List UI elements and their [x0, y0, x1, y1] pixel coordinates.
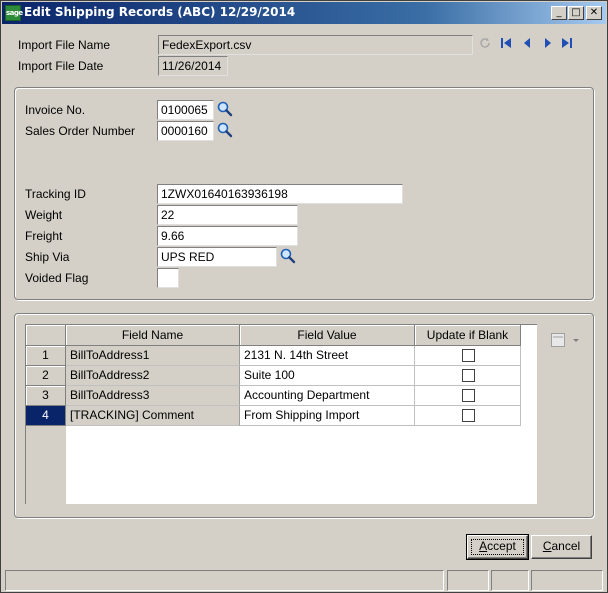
freight-label: Freight — [25, 229, 63, 243]
minimize-button[interactable]: _ — [551, 6, 567, 20]
update-if-blank-checkbox[interactable] — [462, 409, 475, 422]
row-number[interactable]: 1 — [26, 346, 66, 366]
status-section-main — [5, 570, 444, 591]
ship-via-lookup-icon[interactable] — [279, 247, 297, 265]
voided-flag-field[interactable] — [157, 268, 179, 288]
freight-field[interactable]: 9.66 — [157, 226, 298, 246]
import-file-date-field: 11/26/2014 — [158, 56, 228, 76]
row-number[interactable]: 2 — [26, 366, 66, 386]
maximize-button[interactable]: □ — [568, 6, 584, 20]
tracking-id-field[interactable]: 1ZWX01640163936198 — [157, 184, 403, 204]
status-section-2 — [447, 570, 489, 591]
update-if-blank-cell — [415, 366, 521, 386]
focus-rectangle — [471, 539, 524, 555]
field-name-cell: BillToAddress1 — [66, 346, 240, 366]
sales-order-number-label: Sales Order Number — [25, 124, 136, 138]
invoice-no-label: Invoice No. — [25, 103, 86, 117]
close-icon: ✕ — [589, 7, 599, 18]
sales-order-lookup-icon[interactable] — [216, 121, 234, 139]
invoice-lookup-icon[interactable] — [216, 100, 234, 118]
status-section-4 — [531, 570, 603, 591]
status-section-3 — [491, 570, 529, 591]
update-if-blank-checkbox[interactable] — [462, 349, 475, 362]
cancel-label-rest: ancel — [551, 539, 581, 553]
invoice-no-field[interactable]: 0100065 — [157, 100, 214, 120]
cancel-button[interactable]: Cancel — [531, 535, 592, 559]
edit-shipping-records-window: sage Edit Shipping Records (ABC) 12/29/2… — [0, 0, 608, 593]
ship-via-field[interactable]: UPS RED — [157, 247, 277, 267]
field-name-cell: [TRACKING] Comment — [66, 406, 240, 426]
weight-field[interactable]: 22 — [157, 205, 298, 225]
next-record-icon[interactable] — [541, 36, 555, 50]
import-file-name-label: Import File Name — [18, 38, 111, 52]
maximize-icon: □ — [571, 7, 581, 18]
update-if-blank-checkbox[interactable] — [462, 389, 475, 402]
sales-order-number-field[interactable]: 0000160 — [157, 121, 214, 141]
first-record-icon[interactable] — [499, 36, 513, 50]
field-name-cell: BillToAddress3 — [66, 386, 240, 406]
update-if-blank-cell — [415, 406, 521, 426]
field-name-cell: BillToAddress2 — [66, 366, 240, 386]
accept-button[interactable]: Accept — [466, 534, 529, 560]
field-value-cell[interactable]: Suite 100 — [240, 366, 415, 386]
column-header-field-name[interactable]: Field Name — [66, 325, 240, 346]
title-bar[interactable]: sage Edit Shipping Records (ABC) 12/29/2… — [2, 2, 606, 24]
last-record-icon[interactable] — [560, 36, 574, 50]
column-header-update-if-blank[interactable]: Update if Blank — [415, 325, 521, 346]
field-value-cell[interactable]: 2131 N. 14th Street — [240, 346, 415, 366]
import-file-name-field: FedexExport.csv — [158, 35, 473, 55]
sage-logo-icon: sage — [5, 5, 23, 21]
row-number[interactable]: 3 — [26, 386, 66, 406]
import-file-date-label: Import File Date — [18, 59, 104, 73]
update-if-blank-cell — [415, 386, 521, 406]
voided-flag-label: Voided Flag — [25, 271, 89, 285]
udf-grid[interactable]: Field Name Field Value Update if Blank 1… — [25, 324, 537, 504]
grid-customizer-icon[interactable] — [550, 331, 582, 349]
tracking-id-label: Tracking ID — [25, 187, 86, 201]
column-header-field-value[interactable]: Field Value — [240, 325, 415, 346]
grid-corner-header — [26, 325, 66, 346]
weight-label: Weight — [25, 208, 63, 222]
minimize-icon: _ — [556, 7, 562, 18]
window-title: Edit Shipping Records (ABC) 12/29/2014 — [24, 5, 296, 19]
previous-record-icon[interactable] — [520, 36, 534, 50]
refresh-icon[interactable] — [478, 36, 492, 50]
update-if-blank-cell — [415, 346, 521, 366]
field-value-cell[interactable]: Accounting Department — [240, 386, 415, 406]
update-if-blank-checkbox[interactable] — [462, 369, 475, 382]
ship-via-label: Ship Via — [25, 250, 70, 264]
field-value-cell[interactable]: From Shipping Import — [240, 406, 415, 426]
status-bar — [3, 570, 605, 591]
row-number-selected[interactable]: 4 — [26, 406, 66, 426]
close-button[interactable]: ✕ — [586, 6, 602, 20]
